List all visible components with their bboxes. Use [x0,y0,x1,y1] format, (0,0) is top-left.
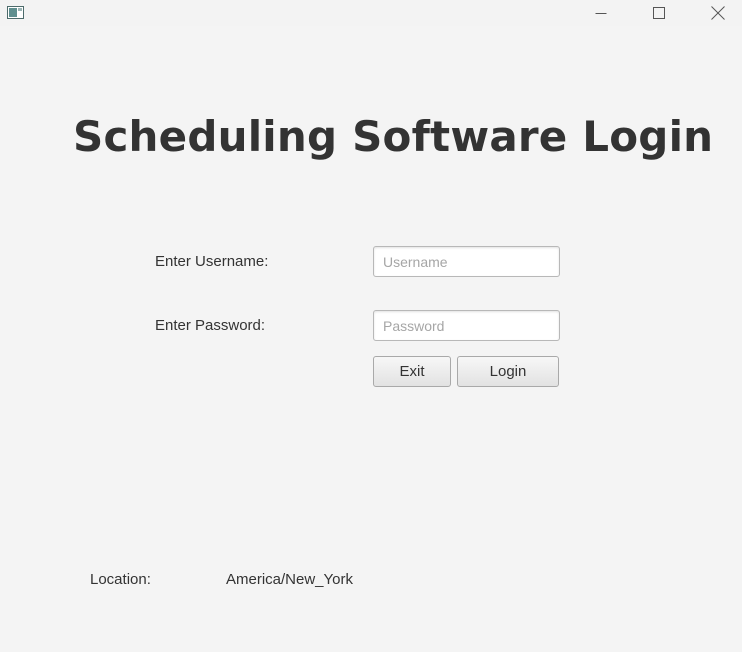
app-icon [7,6,24,19]
minimize-icon[interactable] [578,0,624,26]
username-label: Enter Username: [155,253,269,270]
location-value: America/New_York [226,571,353,588]
title-bar[interactable] [0,0,742,26]
maximize-icon[interactable] [636,0,682,26]
page-title: Scheduling Software Login [73,112,714,161]
password-input[interactable] [373,310,560,341]
login-window: Scheduling Software Login Enter Username… [0,0,742,652]
close-icon[interactable] [695,0,741,26]
username-input[interactable] [373,246,560,277]
login-button[interactable]: Login [457,356,559,387]
location-label: Location: [90,571,151,588]
exit-button[interactable]: Exit [373,356,451,387]
password-label: Enter Password: [155,317,266,334]
